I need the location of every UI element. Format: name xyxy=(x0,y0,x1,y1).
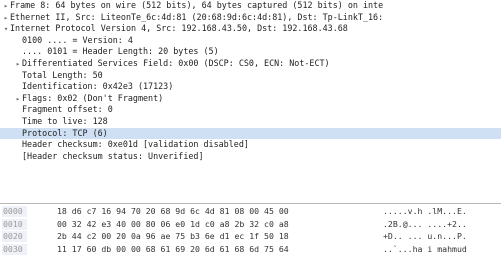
hex-ascii: +D.. ... u.n...P. xyxy=(383,231,467,241)
detail-row-label: 0100 .... = Version: 4 xyxy=(22,34,133,45)
hex-row[interactable]: 0030 11 17 60 db 00 00 68 61 69 20 6d 61 … xyxy=(0,243,501,255)
detail-row[interactable]: Identification: 0x42e3 (17123) xyxy=(0,81,501,93)
detail-row-label: [Header checksum status: Unverified] xyxy=(22,150,204,161)
detail-row-label: Protocol: TCP (6) xyxy=(22,127,108,138)
detail-row[interactable]: 0100 .... = Version: 4 xyxy=(0,35,501,47)
detail-row[interactable]: ▸ Frame 8: 64 bytes on wire (512 bits), 6… xyxy=(0,0,501,12)
hex-bytes: 2b 44 c2 00 20 0a 96 ae 75 b3 6e d1 ec 1… xyxy=(57,231,289,241)
hex-row[interactable]: 0010 00 32 42 e3 40 00 80 06 e0 1d c0 a8 … xyxy=(0,218,501,230)
detail-row[interactable]: ▸ Flags: 0x02 (Don't Fragment) xyxy=(0,93,501,105)
detail-row[interactable]: ▾ Internet Protocol Version 4, Src: 192.1… xyxy=(0,23,501,35)
hex-offset: 0020 xyxy=(2,231,27,242)
packet-bytes-pane: 0000 18 d6 c7 16 94 70 20 68 9d 6c 4d 81 … xyxy=(0,205,501,257)
packet-details-pane: ▸ Frame 8: 64 bytes on wire (512 bits), 6… xyxy=(0,0,501,203)
hex-ascii: .....v.h .lM...E. xyxy=(383,206,467,216)
detail-row[interactable]: Total Length: 50 xyxy=(0,70,501,82)
hex-row[interactable]: 0020 2b 44 c2 00 20 0a 96 ae 75 b3 6e d1 … xyxy=(0,231,501,242)
detail-row-label: Ethernet II, Src: LiteonTe_6c:4d:81 (20:… xyxy=(10,11,384,22)
detail-row-label: Internet Protocol Version 4, Src: 192.16… xyxy=(10,23,348,34)
hex-bytes: 18 d6 c7 16 94 70 20 68 9d 6c 4d 81 08 0… xyxy=(57,206,289,216)
detail-row[interactable]: Fragment offset: 0 xyxy=(0,104,501,116)
detail-row[interactable]: .... 0101 = Header Length: 20 bytes (5) xyxy=(0,46,501,58)
hex-offset: 0010 xyxy=(2,218,27,230)
detail-row-label: Differentiated Services Field: 0x00 (DSC… xyxy=(22,57,330,68)
detail-row-label: Flags: 0x02 (Don't Fragment) xyxy=(22,92,164,103)
detail-row[interactable]: Time to live: 128 xyxy=(0,116,501,128)
hex-bytes: 00 32 42 e3 40 00 80 06 e0 1d c0 a8 2b 3… xyxy=(57,218,289,229)
detail-row-label: Time to live: 128 xyxy=(22,115,108,126)
detail-row-label: .... 0101 = Header Length: 20 bytes (5) xyxy=(22,46,219,57)
detail-row-label: Total Length: 50 xyxy=(22,69,103,80)
hex-bytes: 11 17 60 db 00 00 68 61 69 20 6d 61 68 6… xyxy=(57,243,289,254)
hex-ascii: .2B.@... ....+2.. xyxy=(383,218,467,229)
detail-row[interactable]: ▸ Ethernet II, Src: LiteonTe_6c:4d:81 (20… xyxy=(0,12,501,24)
hex-ascii: ..`...ha i mahmud xyxy=(383,243,467,254)
detail-row[interactable]: ▸ Differentiated Services Field: 0x00 (DS… xyxy=(0,58,501,70)
detail-row[interactable]: [Header checksum status: Unverified] xyxy=(0,151,501,163)
detail-row[interactable]: Header checksum: 0xe01d [validation disa… xyxy=(0,139,501,151)
hex-row[interactable]: 0000 18 d6 c7 16 94 70 20 68 9d 6c 4d 81 … xyxy=(0,206,501,217)
detail-row-label: Fragment offset: 0 xyxy=(22,104,113,115)
hex-offset: 0030 xyxy=(2,243,27,255)
detail-row-label: Identification: 0x42e3 (17123) xyxy=(22,81,174,92)
pane-divider[interactable] xyxy=(0,203,501,204)
detail-row-label: Frame 8: 64 bytes on wire (512 bits), 64… xyxy=(10,0,384,10)
detail-row-label: Header checksum: 0xe01d [validation disa… xyxy=(22,139,249,150)
hex-offset: 0000 xyxy=(2,206,27,217)
detail-row[interactable]: Protocol: TCP (6) xyxy=(0,127,501,140)
